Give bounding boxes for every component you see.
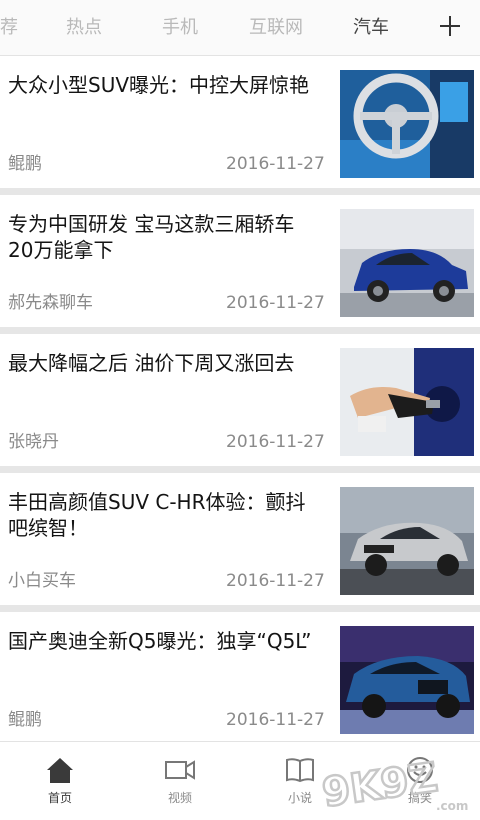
list-item[interactable]: 丰田高颜值SUV C-HR体验：颤抖吧缤智！ 小白买车 2016-11-27 — [0, 473, 480, 612]
list-item[interactable]: 大众小型SUV曝光：中控大屏惊艳 鲲鹏 2016-11-27 — [0, 56, 480, 195]
category-tab-bar: 推荐 热点 手机 互联网 汽车 — [0, 0, 480, 56]
book-icon — [286, 758, 314, 783]
article-date: 2016-11-27 — [226, 154, 325, 174]
car-interior-photo[interactable] — [340, 70, 474, 178]
video-icon — [165, 760, 195, 780]
tab-hot[interactable]: 热点 — [66, 13, 102, 39]
tab-car[interactable]: 汽车 — [353, 13, 389, 39]
toyota-chr-photo[interactable] — [340, 487, 474, 595]
home-icon — [47, 758, 73, 783]
article-title[interactable]: 国产奥迪全新Q5曝光：独享“Q5L” — [8, 628, 313, 654]
article-source: 鲲鹏 — [8, 154, 42, 174]
article-title[interactable]: 最大降幅之后 油价下周又涨回去 — [8, 350, 313, 376]
article-date: 2016-11-27 — [226, 571, 325, 591]
news-feed: 大众小型SUV曝光：中控大屏惊艳 鲲鹏 2016-11-27 专为中国研发 宝马… — [0, 56, 480, 751]
article-date: 2016-11-27 — [226, 710, 325, 730]
audi-q5-photo[interactable] — [340, 626, 474, 734]
article-title[interactable]: 丰田高颜值SUV C-HR体验：颤抖吧缤智！ — [8, 489, 313, 541]
article-title[interactable]: 专为中国研发 宝马这款三厢轿车20万能拿下 — [8, 211, 313, 263]
blue-bmw-photo[interactable] — [340, 209, 474, 317]
watermark-logo: 9K9Z .com — [318, 753, 468, 814]
nav-home[interactable]: 首页 — [20, 742, 100, 820]
article-date: 2016-11-27 — [226, 432, 325, 452]
article-source: 鲲鹏 — [8, 710, 42, 730]
article-date: 2016-11-27 — [226, 293, 325, 313]
article-source: 张晓丹 — [8, 432, 59, 452]
svg-text:.com: .com — [436, 799, 468, 813]
article-source: 郝先森聊车 — [8, 293, 93, 313]
nav-video[interactable]: 视频 — [140, 742, 220, 820]
list-item[interactable]: 最大降幅之后 油价下周又涨回去 张晓丹 2016-11-27 — [0, 334, 480, 473]
article-source: 小白买车 — [8, 571, 76, 591]
fuel-nozzle-photo[interactable] — [340, 348, 474, 456]
list-item[interactable]: 国产奥迪全新Q5曝光：独享“Q5L” 鲲鹏 2016-11-27 — [0, 612, 480, 751]
article-title[interactable]: 大众小型SUV曝光：中控大屏惊艳 — [8, 72, 313, 98]
list-item[interactable]: 专为中国研发 宝马这款三厢轿车20万能拿下 郝先森聊车 2016-11-27 — [0, 195, 480, 334]
tab-recommend[interactable]: 推荐 — [0, 13, 18, 39]
nav-home-label: 首页 — [47, 791, 72, 805]
tab-phone[interactable]: 手机 — [162, 13, 198, 39]
nav-video-label: 视频 — [167, 791, 192, 805]
svg-text:9K9Z: 9K9Z — [320, 755, 441, 814]
plus-icon[interactable] — [436, 8, 464, 42]
tab-internet[interactable]: 互联网 — [249, 13, 303, 39]
